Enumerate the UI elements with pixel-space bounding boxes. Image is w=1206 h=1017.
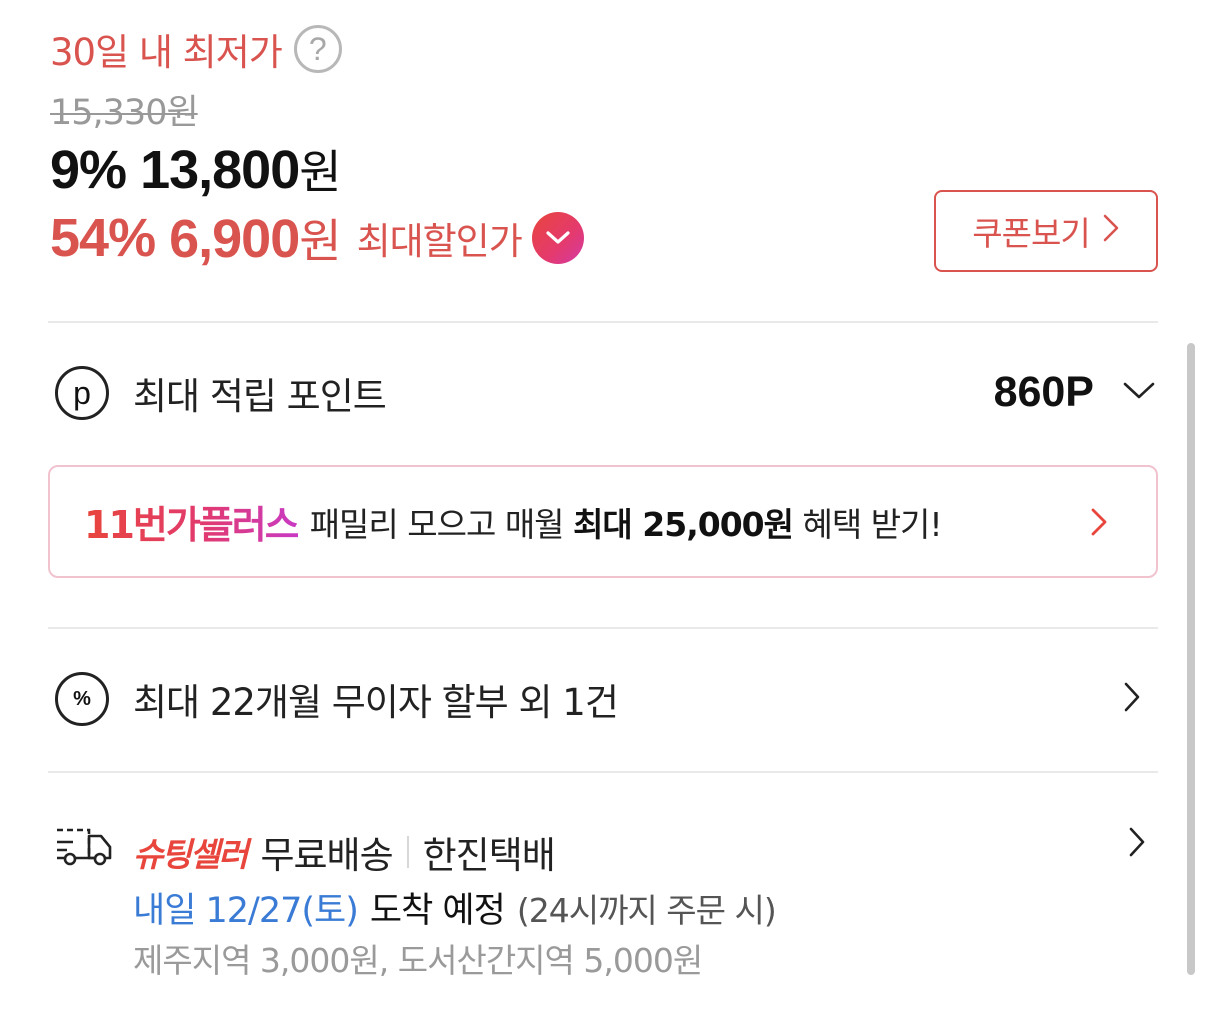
arrival-date: 내일 12/27(토) (133, 891, 359, 931)
divider (48, 771, 1158, 773)
max-discount-rate: 54% (50, 208, 156, 268)
shooting-seller-badge: 슈팅셀러 (133, 835, 248, 874)
eleven-plus-logo: 11번가플러스 (84, 494, 300, 549)
chevron-right-icon (1123, 681, 1141, 717)
coupon-view-label: 쿠폰보기 (972, 214, 1090, 253)
plus-text-bold: 최대 25,000원 (573, 504, 794, 544)
sale-price-row: 9% 13,800원 (50, 136, 342, 202)
arrival-estimate: 내일 12/27(토) 도착 예정 (24시까지 주문 시) (133, 882, 777, 933)
max-discount-label: 최대할인가 (356, 220, 523, 263)
max-discount-price-wrap: 6,900원 (169, 205, 341, 271)
percent-icon: % (55, 672, 109, 726)
free-shipping-label: 무료배송 (260, 834, 393, 877)
points-label: 최대 적립 포인트 (133, 375, 387, 418)
separator (406, 836, 409, 868)
plus-banner-text: 패밀리 모으고 매월 최대 25,000원 혜택 받기! (309, 498, 943, 546)
points-row[interactable]: p 최대 적립 포인트 (55, 366, 387, 420)
chevron-right-icon[interactable] (1128, 826, 1146, 862)
divider (48, 321, 1158, 323)
installment-label: 최대 22개월 무이자 할부 외 1건 (133, 681, 619, 724)
chevron-right-icon (1102, 212, 1120, 251)
coupon-view-button[interactable]: 쿠폰보기 (934, 190, 1158, 272)
truck-icon (55, 822, 113, 872)
lowest-price-info: 30일 내 최저가 ? (50, 22, 342, 76)
arrival-note: (24시까지 주문 시) (516, 891, 777, 930)
original-price: 15,330원 (50, 93, 199, 133)
point-icon: p (55, 366, 109, 420)
won-unit: 원 (299, 214, 341, 268)
installment-row[interactable]: % 최대 22개월 무이자 할부 외 1건 (55, 672, 1145, 726)
scrollbar[interactable] (1187, 343, 1195, 975)
divider (48, 627, 1158, 629)
points-value-group[interactable]: 860P (994, 368, 1156, 417)
plus-text-before: 패밀리 모으고 매월 (309, 504, 565, 544)
chevron-down-icon[interactable] (531, 212, 584, 264)
max-discount-row: 54% 6,900원 최대할인가 (50, 205, 584, 271)
sale-price: 13,800 (140, 140, 300, 200)
chevron-right-icon (1090, 507, 1108, 541)
delivery-info: 슈팅셀러 무료배송 한진택배 (133, 825, 556, 879)
extra-shipping-fee: 제주지역 3,000원, 도서산간지역 5,000원 (133, 941, 703, 980)
points-value: 860P (993, 368, 1094, 416)
lowest-price-label: 30일 내 최저가 (50, 31, 283, 74)
help-icon[interactable]: ? (293, 25, 342, 73)
won-unit: 원 (299, 145, 341, 199)
plus-text-after: 혜택 받기! (802, 504, 942, 544)
discount-rate: 9% (50, 140, 127, 200)
chevron-down-icon (1122, 381, 1156, 405)
max-discount-price: 6,900 (169, 209, 300, 269)
arrival-text: 도착 예정 (369, 891, 506, 931)
carrier-name: 한진택배 (422, 834, 556, 877)
eleven-plus-banner[interactable]: 11번가플러스 패밀리 모으고 매월 최대 25,000원 혜택 받기! (48, 465, 1158, 578)
